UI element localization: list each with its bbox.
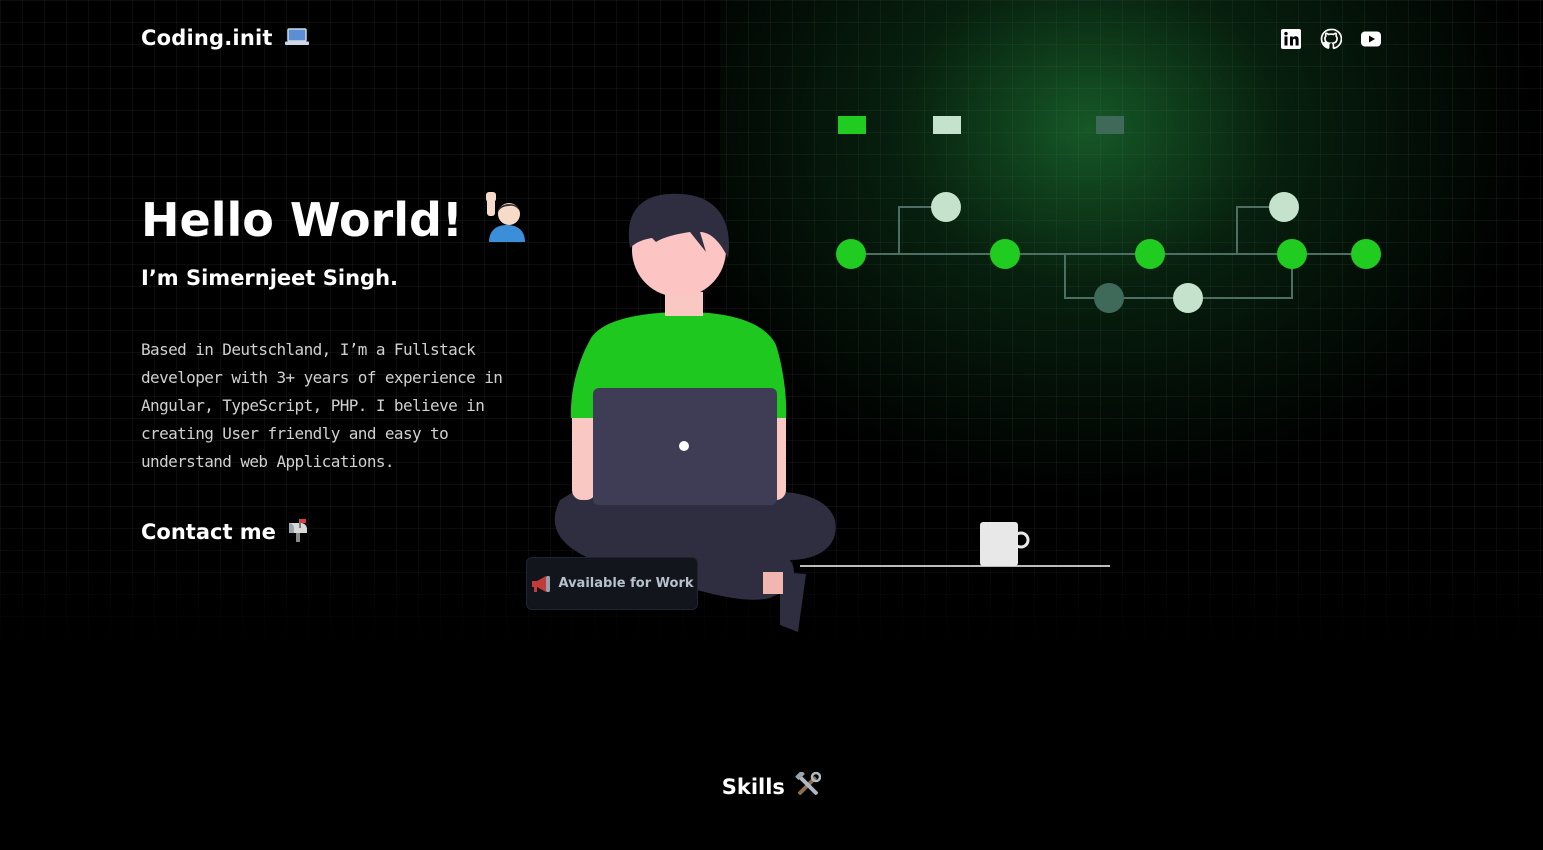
git-node bbox=[1277, 239, 1307, 269]
legend-square-dark bbox=[1096, 116, 1124, 134]
megaphone-icon bbox=[532, 575, 551, 592]
git-node bbox=[990, 239, 1020, 269]
legend-square-light bbox=[933, 116, 961, 134]
badge-label: Available for Work bbox=[558, 576, 694, 591]
git-node bbox=[931, 192, 961, 222]
skills-heading: Skills bbox=[0, 770, 1543, 799]
page: Coding.init Hello World! I’m Simernjeet … bbox=[0, 0, 1543, 850]
coffee-mug-icon bbox=[980, 522, 1030, 566]
git-node bbox=[836, 239, 866, 269]
git-node bbox=[1269, 192, 1299, 222]
skills-title: Skills bbox=[721, 775, 785, 799]
hero-illustration bbox=[554, 116, 1381, 632]
git-node bbox=[1135, 239, 1165, 269]
available-for-work-badge[interactable]: Available for Work bbox=[526, 557, 698, 610]
git-node bbox=[1094, 283, 1124, 313]
legend-square-green bbox=[838, 116, 866, 134]
git-node bbox=[1351, 239, 1381, 269]
tools-icon bbox=[795, 770, 822, 795]
git-node bbox=[1173, 283, 1203, 313]
